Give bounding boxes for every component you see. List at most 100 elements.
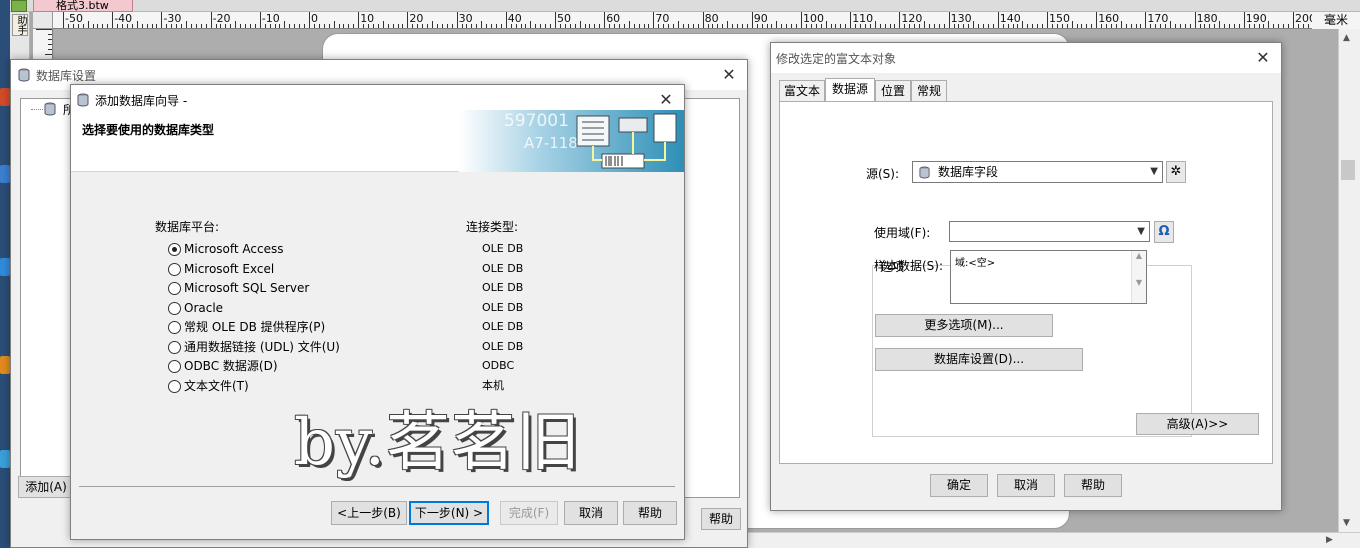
ruler-tick	[540, 24, 542, 28]
connection-type: OLE DB	[482, 262, 524, 275]
ruler-tick	[1243, 12, 1245, 28]
sample-data-box[interactable]: 域:<空>	[950, 250, 1147, 304]
desktop-app-icon[interactable]	[0, 258, 10, 276]
use-domain-combo[interactable]: ▼	[949, 221, 1150, 242]
ruler-label: 160	[1098, 12, 1120, 25]
ok-button[interactable]: 确定	[930, 474, 988, 497]
option-label: Microsoft SQL Server	[184, 281, 310, 295]
tab-general[interactable]: 常规	[911, 80, 947, 102]
ruler-tick	[1268, 21, 1270, 28]
ruler-tick	[953, 24, 955, 28]
document-tab[interactable]: 格式3.btw	[33, 0, 133, 12]
ruler-tick	[805, 24, 807, 28]
connection-type: OLE DB	[482, 320, 524, 333]
sample-scrollbar[interactable]: ▲ ▼	[1131, 251, 1146, 303]
database-settings-button[interactable]: 数据库设置(D)...	[875, 348, 1083, 371]
vertical-scroll-thumb[interactable]	[1341, 160, 1355, 180]
tab-position[interactable]: 位置	[875, 80, 911, 102]
radio-button[interactable]	[168, 282, 181, 295]
ruler-tick	[427, 24, 429, 28]
richtext-titlebar[interactable]: 修改选定的富文本对象 ✕	[771, 43, 1281, 73]
chevron-down-icon[interactable]: ▼	[1137, 222, 1145, 242]
scroll-up-arrow-icon[interactable]: ▲	[1343, 33, 1350, 43]
ruler-tick	[205, 24, 207, 28]
more-options-button[interactable]: 更多选项(M)...	[875, 314, 1053, 337]
scroll-right-arrow-icon[interactable]: ▶	[1326, 535, 1333, 545]
ruler-tick	[727, 21, 729, 28]
advanced-button[interactable]: 高级(A)>>	[1136, 413, 1259, 435]
tab-richtext[interactable]: 富文本	[779, 80, 825, 102]
help-button[interactable]: 帮助	[701, 508, 741, 530]
ruler-label: -50	[65, 12, 83, 25]
ruler-tick	[1179, 24, 1181, 28]
ruler-tick	[1209, 24, 1211, 28]
radio-button[interactable]	[168, 302, 181, 315]
option-label: Microsoft Excel	[184, 262, 275, 276]
help-button[interactable]: 帮助	[1064, 474, 1122, 497]
desktop-app-icon[interactable]	[0, 165, 10, 183]
desktop-app-icon[interactable]	[0, 356, 10, 374]
ruler-tick	[1027, 24, 1029, 28]
ruler-tick	[525, 24, 527, 28]
close-icon[interactable]: ✕	[1253, 48, 1273, 68]
ruler-tick	[1037, 24, 1039, 28]
chevron-down-icon[interactable]: ▼	[1150, 162, 1158, 182]
ruler-tick	[746, 24, 748, 28]
ruler-tick	[712, 24, 714, 28]
next-button[interactable]: 下一步(N) >	[409, 501, 489, 525]
banner-text: A7-118	[524, 134, 578, 152]
close-icon[interactable]: ✕	[719, 65, 739, 85]
ruler-tick	[48, 38, 52, 40]
ruler-tick	[1002, 24, 1004, 28]
ruler-tick	[835, 24, 837, 28]
desktop-app-icon[interactable]	[0, 450, 10, 468]
ruler-tick	[1066, 24, 1068, 28]
ruler-tick	[717, 24, 719, 28]
cancel-button[interactable]: 取消	[564, 501, 618, 525]
radio-button[interactable]	[168, 321, 181, 334]
ruler-tick	[422, 24, 424, 28]
ruler-tick	[604, 12, 606, 28]
ruler-tick	[1214, 24, 1216, 28]
ruler-tick	[1307, 24, 1309, 28]
vertical-scrollbar[interactable]	[1338, 29, 1360, 532]
ruler-tick	[82, 24, 84, 28]
close-icon[interactable]: ✕	[656, 90, 676, 110]
back-button[interactable]: <上一步(B)	[331, 501, 407, 525]
ruler-tick	[751, 12, 753, 28]
desktop-app-icon[interactable]	[0, 88, 10, 106]
ruler-tick	[1170, 21, 1171, 28]
radio-button[interactable]	[168, 243, 181, 256]
radio-button[interactable]	[168, 341, 181, 354]
finish-button: 完成(F)	[500, 501, 558, 525]
radio-button[interactable]	[168, 360, 181, 373]
ruler-tick	[687, 24, 689, 28]
ruler-label: 0	[311, 12, 318, 25]
omega-icon[interactable]: Ω	[1154, 221, 1174, 243]
separator	[79, 486, 675, 487]
add-button[interactable]: 添加(A)	[18, 476, 74, 498]
cancel-button[interactable]: 取消	[997, 474, 1055, 497]
wizard-wand-icon[interactable]: ✲	[1166, 161, 1186, 183]
ruler-tick	[1184, 24, 1186, 28]
ruler-tick	[973, 21, 975, 28]
ruler-tick	[1273, 24, 1275, 28]
source-combo[interactable]: 数据库字段 ▼	[912, 161, 1163, 183]
ruler-tick	[338, 24, 340, 28]
ruler-tick	[919, 24, 921, 28]
ruler-tick	[318, 24, 320, 28]
ruler-label: 120	[901, 12, 923, 25]
radio-button[interactable]	[168, 380, 181, 393]
scroll-down-arrow-icon[interactable]: ▼	[1343, 518, 1350, 528]
ruler-tick	[909, 24, 911, 28]
ruler-tick	[476, 24, 478, 28]
assistant-tab[interactable]: 助手	[12, 14, 28, 36]
ruler-tick	[884, 24, 886, 28]
ruler-corner	[33, 12, 53, 29]
ruler-tick	[924, 21, 925, 28]
ruler-tick	[776, 21, 778, 28]
help-button[interactable]: 帮助	[623, 501, 677, 525]
radio-button[interactable]	[168, 263, 181, 276]
ruler-tick	[589, 24, 591, 28]
tab-datasource[interactable]: 数据源	[825, 78, 875, 102]
